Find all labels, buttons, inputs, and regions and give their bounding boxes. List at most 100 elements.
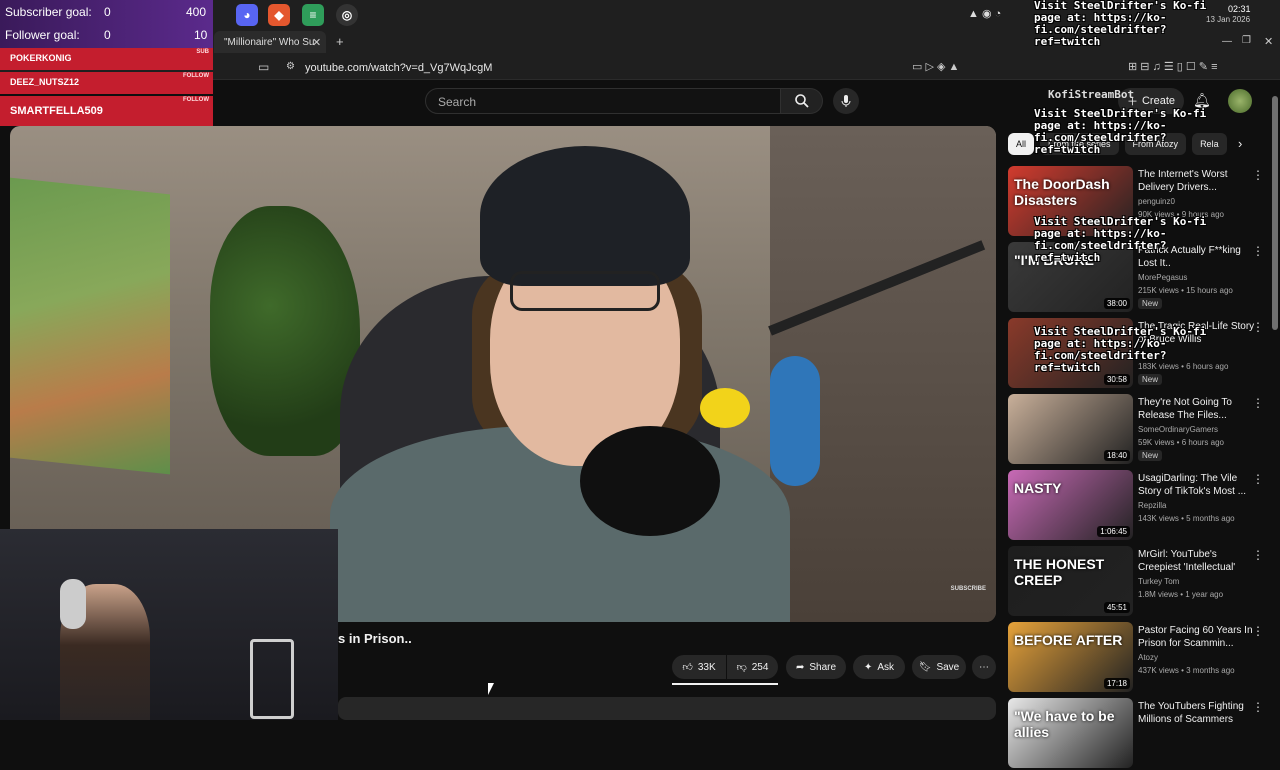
more-options-icon[interactable]: ⋮ — [1252, 320, 1264, 334]
discord-icon[interactable]: ◕ — [236, 4, 258, 26]
alert-follow: SMARTFELLA509 FOLLOW — [0, 96, 213, 126]
duration-badge: 30:58 — [1103, 374, 1130, 385]
site-info-icon[interactable]: ⚙ — [286, 61, 295, 72]
browser-tab[interactable]: "Millionaire" Who Su — [214, 31, 326, 53]
more-options-icon[interactable]: ⋮ — [1252, 396, 1264, 410]
alert-type: SUB — [196, 49, 209, 55]
webcam-chair — [250, 639, 294, 719]
more-options-icon[interactable]: ⋮ — [1252, 700, 1264, 714]
new-badge: New — [1138, 298, 1163, 309]
video-title-link[interactable]: The Internet's Worst Delivery Drivers... — [1138, 168, 1256, 194]
more-options-icon[interactable]: ⋮ — [1252, 624, 1264, 638]
more-actions-button[interactable]: ⋯ — [972, 655, 996, 679]
like-count: 33K — [697, 661, 716, 673]
more-icon: ⋯ — [979, 661, 989, 673]
recommendation-item[interactable]: 18:40 They're Not Going To Release The Fi… — [1008, 394, 1270, 466]
close-window-icon[interactable]: ✕ — [1264, 35, 1273, 48]
video-title-link[interactable]: UsagiDarling: The Vile Story of TikTok's… — [1138, 472, 1256, 498]
share-button[interactable]: ➦ Share — [786, 655, 846, 679]
video-meta: 437K views • 3 months ago — [1138, 666, 1235, 675]
recommendation-item[interactable]: THE HONEST CREEP 45:51 MrGirl: YouTube's C… — [1008, 546, 1270, 618]
search-placeholder: Search — [438, 95, 477, 109]
goals-overlay: Subscriber goal: 0 400 Follower goal: 0 … — [0, 0, 213, 48]
alert-user: SMARTFELLA509 — [10, 105, 103, 117]
search-icon — [794, 94, 809, 108]
channel-name[interactable]: Repzilla — [1138, 501, 1166, 510]
kofi-message: Visit SteelDrifter's Ko-fi page at: http… — [1034, 215, 1207, 264]
alert-user: DEEZ_NUTSZ12 — [10, 77, 80, 87]
scrollbar[interactable] — [1272, 96, 1278, 330]
minimize-icon[interactable]: — — [1222, 36, 1232, 47]
new-tab-icon[interactable]: + — [336, 34, 344, 49]
alert-sub: POKERKONIG SUB — [0, 48, 213, 70]
subscriber-goal-target: 400 — [186, 5, 207, 19]
webcam-microphone — [60, 579, 86, 629]
more-options-icon[interactable]: ⋮ — [1252, 244, 1264, 258]
duration-badge: 45:51 — [1103, 602, 1130, 613]
chip-all[interactable]: All — [1008, 133, 1035, 155]
more-options-icon[interactable]: ⋮ — [1252, 548, 1264, 562]
bookmark-save-icon: 🔖︎ — [918, 661, 932, 673]
duration-badge: 38:00 — [1103, 298, 1130, 309]
kofi-message: Visit SteelDrifter's Ko-fi page at: http… — [1034, 107, 1207, 156]
search-input[interactable]: Search — [425, 88, 781, 114]
dislike-count: 254 — [751, 661, 769, 673]
more-options-icon[interactable]: ⋮ — [1252, 472, 1264, 486]
recommendation-item[interactable]: NASTY 1:06:45 UsagiDarling: The Vile Story… — [1008, 470, 1270, 542]
description-box[interactable] — [338, 697, 996, 720]
clock-time: 02:31 — [1228, 4, 1251, 14]
maximize-icon[interactable]: ❐ — [1242, 35, 1251, 46]
thumbnail-text: "We have to be allies — [1014, 708, 1115, 740]
recommendation-item[interactable]: "We have to be allies The YouTubers Fight… — [1008, 698, 1270, 770]
video-title-link[interactable]: The YouTubers Fighting Millions of Scamm… — [1138, 700, 1256, 726]
channel-name[interactable]: Turkey Tom — [1138, 577, 1179, 586]
thumbnail-text: BEFORE AFTER — [1014, 632, 1123, 648]
save-button[interactable]: 🔖︎ Save — [912, 655, 966, 679]
bookmark-icon[interactable]: ▭ — [258, 60, 269, 74]
like-button[interactable]: 👍︎ 33K — [672, 655, 726, 679]
chips-next-icon[interactable]: › — [1238, 136, 1242, 151]
url-field[interactable]: youtube.com/watch?v=d_Vg7WqJcgM — [305, 62, 492, 74]
channel-name[interactable]: SomeOrdinaryGamers — [1138, 425, 1218, 434]
app-icon-layers[interactable]: ≡ — [302, 4, 324, 26]
beanie — [480, 146, 690, 286]
channel-name[interactable]: MorePegasus — [1138, 273, 1187, 282]
video-thumbnail[interactable]: 18:40 — [1008, 394, 1133, 464]
sparkle-icon: ✦ — [863, 661, 873, 673]
share-icon: ➦ — [795, 661, 805, 673]
subscribe-watermark[interactable]: SUBSCRIBE — [951, 586, 986, 592]
kofi-bot-name: KofiStreamBot — [1048, 88, 1135, 101]
extensions-icons[interactable]: ▭ ▷ ◈ ▲ — [912, 60, 959, 73]
close-tab-icon[interactable]: ✕ — [312, 36, 321, 49]
video-title-link[interactable]: They're Not Going To Release The Files..… — [1138, 396, 1256, 422]
video-title-link[interactable]: MrGirl: YouTube's Creepiest 'Intellectua… — [1138, 548, 1256, 574]
ask-button[interactable]: ✦ Ask — [853, 655, 905, 679]
video-thumbnail[interactable]: "We have to be allies — [1008, 698, 1133, 768]
kofi-message: Visit SteelDrifter's Ko-fi page at: http… — [1034, 325, 1207, 374]
channel-name[interactable]: penguinz0 — [1138, 197, 1175, 206]
video-thumbnail[interactable]: NASTY 1:06:45 — [1008, 470, 1133, 540]
recommendation-item[interactable]: BEFORE AFTER 17:18 Pastor Facing 60 Years … — [1008, 622, 1270, 694]
voice-search-button[interactable] — [833, 88, 859, 114]
video-thumbnail[interactable]: THE HONEST CREEP 45:51 — [1008, 546, 1133, 616]
subscriber-goal-current: 0 — [104, 5, 111, 19]
toolbar-icons[interactable]: ⊞ ⊟ ♫ ☰ ▯ ☐ ✎ ≡ — [1128, 60, 1218, 73]
dislike-button[interactable]: 👎︎ 254 — [727, 655, 778, 679]
search-button[interactable] — [781, 88, 823, 114]
video-meta: 143K views • 5 months ago — [1138, 514, 1235, 523]
create-label: Create — [1141, 95, 1176, 107]
new-badge: New — [1138, 374, 1163, 385]
app-icon-red[interactable]: ◆ — [268, 4, 290, 26]
avatar[interactable] — [1228, 89, 1252, 113]
more-options-icon[interactable]: ⋮ — [1252, 168, 1264, 182]
kofi-message: Visit SteelDrifter's Ko-fi page at: http… — [1034, 0, 1207, 48]
video-title-link[interactable]: Pastor Facing 60 Years In Prison for Sca… — [1138, 624, 1256, 650]
channel-name[interactable]: Atozy — [1138, 653, 1158, 662]
video-thumbnail[interactable]: BEFORE AFTER 17:18 — [1008, 622, 1133, 692]
follower-goal-current: 0 — [104, 28, 111, 42]
thumbnail-text: The DoorDash Disasters — [1014, 176, 1110, 208]
obs-icon[interactable]: ◎ — [336, 4, 358, 26]
pop-filter — [580, 426, 720, 536]
tray-icons: ▲ ◉ ◔ — [968, 8, 1002, 20]
share-label: Share — [809, 661, 837, 673]
